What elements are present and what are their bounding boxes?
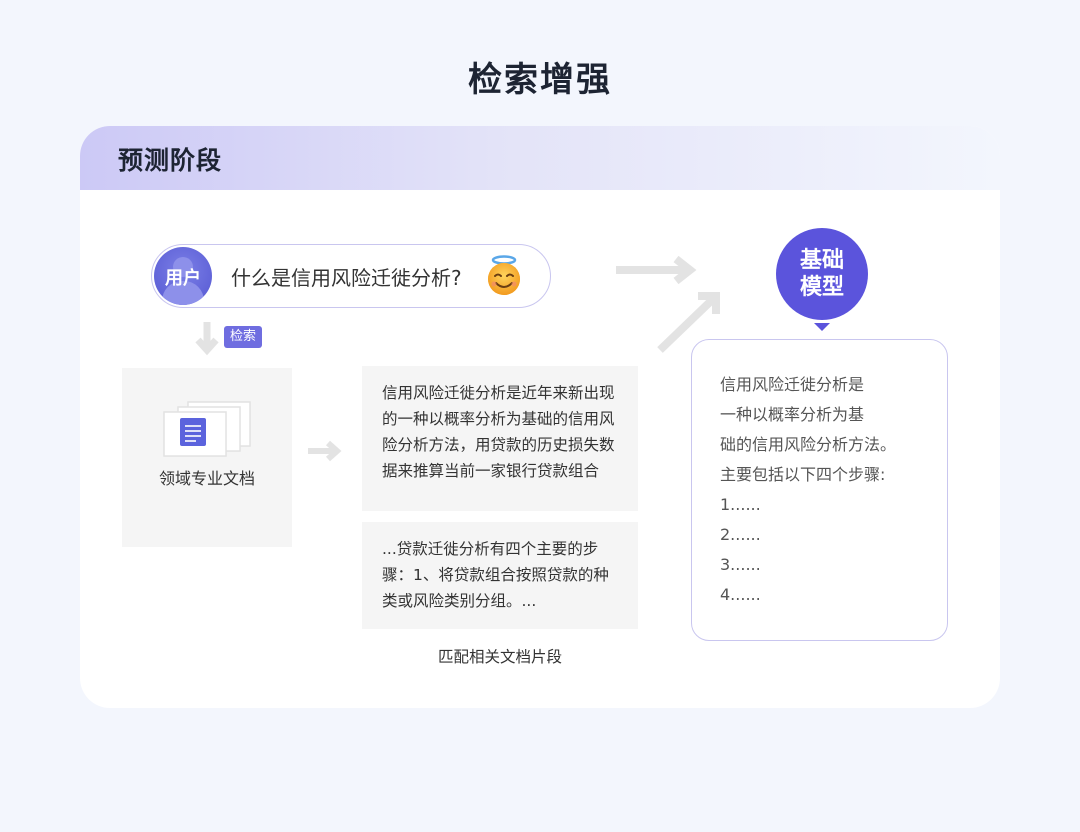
stage-header: 预测阶段: [80, 126, 1000, 190]
answer-line: 础的信用风险分析方法。: [720, 435, 897, 454]
answer-line: 4......: [720, 585, 761, 604]
query-text: 什么是信用风险迁徙分析?: [231, 266, 462, 290]
document-label: 领域专业文档: [158, 469, 255, 488]
user-avatar-label: 用户: [165, 268, 201, 289]
answer-line: 信用风险迁徙分析是: [720, 375, 865, 394]
page-title: 检索增强: [468, 60, 612, 100]
snippet-caption: 匹配相关文档片段: [437, 648, 562, 666]
angel-emoji-icon: [488, 255, 520, 295]
model-label-line1: 基础: [799, 248, 844, 273]
stage-title: 预测阶段: [118, 146, 223, 175]
search-badge: 检索: [224, 326, 263, 348]
answer-box: 信用风险迁徙分析是 一种以概率分析为基 础的信用风险分析方法。 主要包括以下四个…: [691, 339, 948, 641]
answer-line: 1......: [720, 495, 761, 514]
answer-line: 一种以概率分析为基: [720, 405, 865, 424]
snippet-2: ...贷款迁徙分析有四个主要的步骤：1、将贷款组合按照贷款的种类或风险类别分组。…: [362, 522, 638, 629]
answer-line: 主要包括以下四个步骤:: [720, 465, 886, 484]
answer-line: 2......: [720, 525, 761, 544]
model-pointer: [814, 323, 830, 331]
snippet-1: 信用风险迁徙分析是近年来新出现的一种以概率分析为基础的信用风险分析方法，用贷款的…: [362, 366, 638, 511]
document-stack-icon: [163, 401, 251, 457]
base-model-node: 基础 模型: [776, 228, 868, 320]
arrow-right-small-icon: [308, 440, 342, 462]
arrow-right-icon: [616, 256, 697, 284]
model-label-line2: 模型: [799, 275, 844, 300]
arrow-down-icon: [195, 322, 219, 356]
answer-line: 3......: [720, 555, 761, 574]
